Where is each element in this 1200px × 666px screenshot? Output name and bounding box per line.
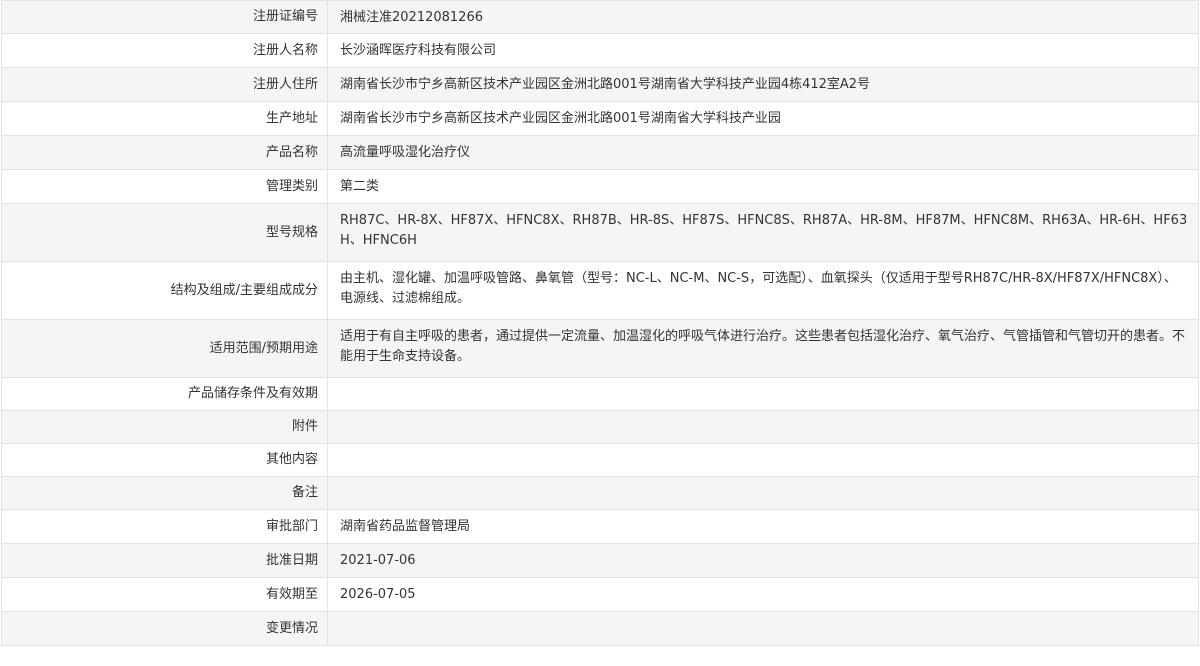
value-remarks xyxy=(328,477,1199,509)
label-change-history: 变更情况 xyxy=(1,612,328,645)
value-approval-date: 2021-07-06 xyxy=(328,544,1199,577)
value-production-address: 湖南省长沙市宁乡高新区技术产业园区金洲北路001号湖南省大学科技产业园 xyxy=(328,102,1199,135)
value-approval-department: 湖南省药品监督管理局 xyxy=(328,510,1199,543)
value-registrant-name: 长沙涵晖医疗科技有限公司 xyxy=(328,34,1199,67)
value-model-spec: RH87C、HR-8X、HF87X、HFNC8X、RH87B、HR-8S、HF8… xyxy=(328,204,1199,261)
row-structure-composition: 结构及组成/主要组成成分 由主机、湿化罐、加温呼吸管路、鼻氧管（型号：NC-L、… xyxy=(1,262,1199,320)
value-registrant-address: 湖南省长沙市宁乡高新区技术产业园区金洲北路001号湖南省大学科技产业园4栋412… xyxy=(328,68,1199,101)
value-valid-until: 2026-07-05 xyxy=(328,578,1199,611)
row-registration-number: 注册证编号 湘械注准20212081266 xyxy=(1,1,1199,34)
row-model-spec: 型号规格 RH87C、HR-8X、HF87X、HFNC8X、RH87B、HR-8… xyxy=(1,204,1199,262)
label-remarks: 备注 xyxy=(1,477,328,509)
label-model-spec: 型号规格 xyxy=(1,204,328,261)
row-approval-date: 批准日期 2021-07-06 xyxy=(1,544,1199,578)
row-registrant-name: 注册人名称 长沙涵晖医疗科技有限公司 xyxy=(1,34,1199,68)
label-intended-use: 适用范围/预期用途 xyxy=(1,320,328,377)
label-registrant-address: 注册人住所 xyxy=(1,68,328,101)
row-registrant-address: 注册人住所 湖南省长沙市宁乡高新区技术产业园区金洲北路001号湖南省大学科技产业… xyxy=(1,68,1199,102)
row-management-category: 管理类别 第二类 xyxy=(1,170,1199,204)
label-registrant-name: 注册人名称 xyxy=(1,34,328,67)
label-valid-until: 有效期至 xyxy=(1,578,328,611)
row-valid-until: 有效期至 2026-07-05 xyxy=(1,578,1199,612)
label-approval-department: 审批部门 xyxy=(1,510,328,543)
value-other-content xyxy=(328,444,1199,476)
label-approval-date: 批准日期 xyxy=(1,544,328,577)
value-change-history xyxy=(328,612,1199,645)
row-storage-validity: 产品储存条件及有效期 xyxy=(1,378,1199,411)
row-production-address: 生产地址 湖南省长沙市宁乡高新区技术产业园区金洲北路001号湖南省大学科技产业园 xyxy=(1,102,1199,136)
value-storage-validity xyxy=(328,378,1199,410)
registration-detail-table: 注册证编号 湘械注准20212081266 注册人名称 长沙涵晖医疗科技有限公司… xyxy=(1,0,1199,646)
label-production-address: 生产地址 xyxy=(1,102,328,135)
value-attachments xyxy=(328,411,1199,443)
label-structure-composition: 结构及组成/主要组成成分 xyxy=(1,262,328,319)
row-remarks: 备注 xyxy=(1,477,1199,510)
label-storage-validity: 产品储存条件及有效期 xyxy=(1,378,328,410)
row-product-name: 产品名称 高流量呼吸湿化治疗仪 xyxy=(1,136,1199,170)
label-attachments: 附件 xyxy=(1,411,328,443)
label-other-content: 其他内容 xyxy=(1,444,328,476)
row-change-history: 变更情况 xyxy=(1,612,1199,646)
row-attachments: 附件 xyxy=(1,411,1199,444)
row-approval-department: 审批部门 湖南省药品监督管理局 xyxy=(1,510,1199,544)
value-management-category: 第二类 xyxy=(328,170,1199,203)
value-registration-number: 湘械注准20212081266 xyxy=(328,1,1199,33)
value-structure-composition: 由主机、湿化罐、加温呼吸管路、鼻氧管（型号：NC-L、NC-M、NC-S，可选配… xyxy=(328,262,1199,319)
row-other-content: 其他内容 xyxy=(1,444,1199,477)
value-intended-use: 适用于有自主呼吸的患者，通过提供一定流量、加温湿化的呼吸气体进行治疗。这些患者包… xyxy=(328,320,1199,377)
value-product-name: 高流量呼吸湿化治疗仪 xyxy=(328,136,1199,169)
label-registration-number: 注册证编号 xyxy=(1,1,328,33)
row-intended-use: 适用范围/预期用途 适用于有自主呼吸的患者，通过提供一定流量、加温湿化的呼吸气体… xyxy=(1,320,1199,378)
label-product-name: 产品名称 xyxy=(1,136,328,169)
label-management-category: 管理类别 xyxy=(1,170,328,203)
